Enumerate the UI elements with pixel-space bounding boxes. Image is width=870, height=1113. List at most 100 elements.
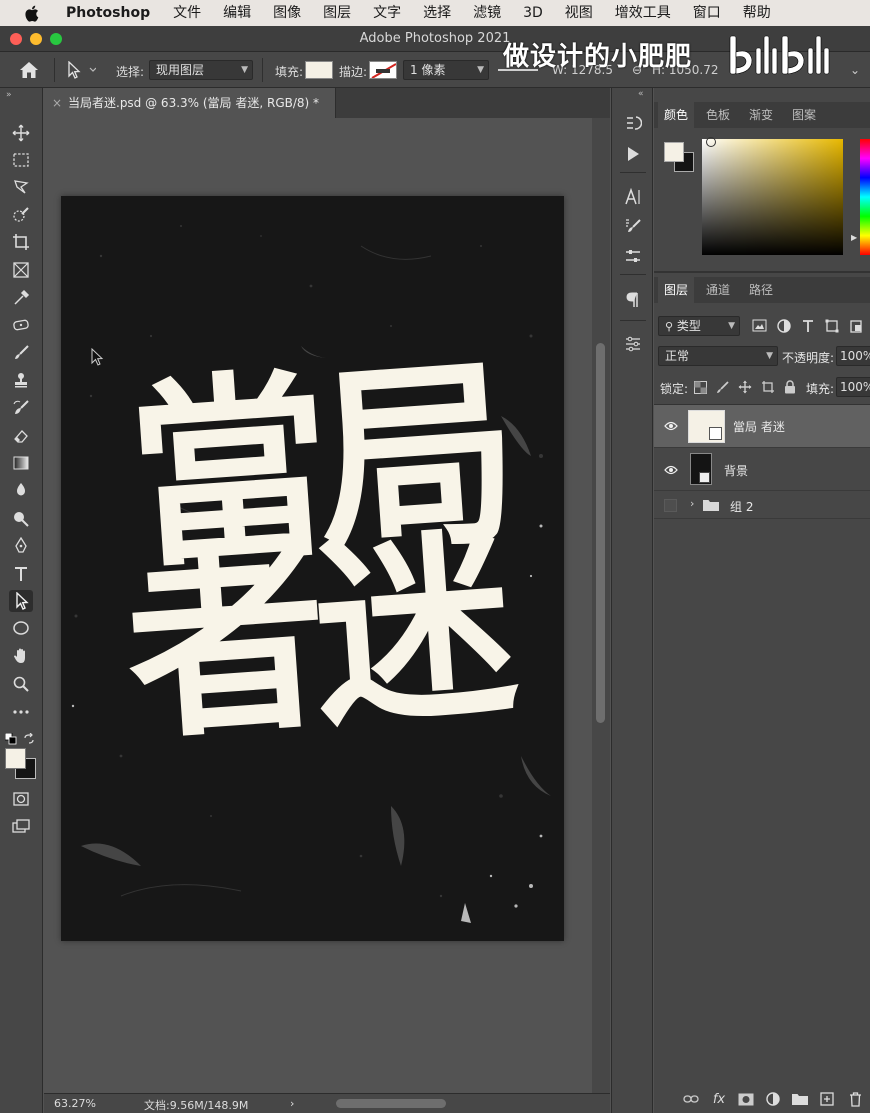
apple-icon[interactable]	[20, 0, 44, 26]
layer-name[interactable]: 组 2	[730, 498, 753, 515]
history-brush-tool-icon[interactable]	[9, 397, 33, 419]
menu-help[interactable]: 帮助	[732, 0, 782, 26]
menu-image[interactable]: 图像	[262, 0, 312, 26]
hue-slider-handle[interactable]: ▶	[851, 233, 857, 242]
menu-filter[interactable]: 滤镜	[462, 0, 512, 26]
new-group-folder-icon[interactable]	[791, 1091, 809, 1107]
more-tools-icon[interactable]	[9, 701, 33, 723]
hue-slider[interactable]	[860, 139, 870, 255]
quick-mask-icon[interactable]	[9, 788, 33, 810]
path-select-arrow-icon[interactable]	[66, 60, 97, 82]
menu-edit[interactable]: 编辑	[212, 0, 262, 26]
pixel-filter-icon[interactable]	[752, 319, 767, 332]
layer-filter-dropdown[interactable]: ⚲ 类型 ▼	[658, 316, 740, 336]
ellipse-tool-icon[interactable]	[9, 617, 33, 639]
collapse-panel-icon[interactable]: »	[6, 90, 12, 100]
pen-tool-icon[interactable]	[9, 535, 33, 557]
blur-tool-icon[interactable]	[9, 479, 33, 501]
default-colors-icon[interactable]	[4, 730, 17, 749]
paragraph-panel-icon[interactable]	[621, 289, 645, 311]
shape-filter-icon[interactable]	[825, 319, 839, 333]
layer-row-background[interactable]: 背景	[654, 449, 870, 491]
menu-app-name[interactable]: Photoshop	[60, 0, 162, 26]
menu-3d[interactable]: 3D	[512, 0, 554, 26]
add-mask-icon[interactable]	[737, 1091, 755, 1107]
opacity-field[interactable]: 100%	[836, 346, 870, 366]
panel-foreground-swatch[interactable]	[664, 142, 684, 162]
tab-paths[interactable]: 路径	[749, 277, 773, 303]
document-tab[interactable]: × 当局者迷.psd @ 63.3% (當局 者迷, RGB/8) *	[44, 88, 336, 118]
tab-layers[interactable]: 图层	[658, 277, 695, 303]
tool-presets-icon[interactable]	[621, 245, 645, 267]
menu-plugins[interactable]: 增效工具	[604, 0, 682, 26]
horizontal-scrollbar-thumb[interactable]	[336, 1099, 446, 1108]
chevron-right-icon[interactable]: ›	[690, 497, 694, 510]
lock-pixels-icon[interactable]	[716, 380, 729, 394]
fill-color-swatch[interactable]	[305, 61, 333, 79]
menu-file[interactable]: 文件	[162, 0, 212, 26]
type-filter-icon[interactable]	[801, 319, 815, 333]
menu-layer[interactable]: 图层	[312, 0, 362, 26]
zoom-level[interactable]: 63.27%	[54, 1097, 96, 1110]
eraser-tool-icon[interactable]	[9, 425, 33, 447]
stamp-tool-icon[interactable]	[9, 369, 33, 391]
menu-window[interactable]: 窗口	[682, 0, 732, 26]
eyedropper-tool-icon[interactable]	[9, 287, 33, 309]
tab-channels[interactable]: 通道	[706, 277, 730, 303]
eye-visibility-icon[interactable]	[664, 420, 678, 432]
document-info[interactable]: 文档:9.56M/148.9M	[144, 1097, 248, 1113]
quick-select-tool-icon[interactable]	[9, 204, 33, 226]
layer-effects-fx-icon[interactable]: fx	[710, 1091, 728, 1107]
dodge-tool-icon[interactable]	[9, 507, 33, 529]
brush-tool-icon[interactable]	[9, 342, 33, 364]
smart-object-filter-icon[interactable]	[849, 319, 863, 333]
blend-mode-dropdown[interactable]: 正常 ▼	[658, 346, 778, 366]
home-icon[interactable]	[19, 61, 39, 82]
history-panel-icon[interactable]	[621, 112, 645, 134]
character-panel-icon[interactable]	[621, 186, 645, 208]
lock-all-icon[interactable]	[784, 380, 796, 394]
fill-opacity-field[interactable]: 100%	[836, 377, 870, 397]
chevron-right-icon[interactable]: ›	[290, 1097, 294, 1110]
healing-brush-tool-icon[interactable]	[9, 314, 33, 336]
stroke-none-swatch[interactable]	[369, 61, 397, 79]
marquee-tool-icon[interactable]	[9, 149, 33, 171]
zoom-tool-icon[interactable]	[9, 673, 33, 695]
menu-view[interactable]: 视图	[554, 0, 604, 26]
chevron-down-icon[interactable]: ⌄	[850, 63, 860, 77]
layer-row-group[interactable]: › 组 2	[654, 492, 870, 519]
frame-tool-icon[interactable]	[9, 259, 33, 281]
brush-settings-icon[interactable]	[621, 215, 645, 237]
vertical-scrollbar[interactable]	[592, 118, 610, 1093]
close-tab-icon[interactable]: ×	[52, 88, 62, 118]
lock-position-icon[interactable]	[738, 380, 752, 394]
new-layer-icon[interactable]	[818, 1091, 836, 1107]
color-picker-field[interactable]	[702, 137, 843, 255]
actions-play-icon[interactable]	[621, 143, 645, 165]
lasso-tool-icon[interactable]	[9, 176, 33, 198]
stroke-size-field[interactable]: 1 像素 ▼	[403, 60, 489, 80]
tab-gradients[interactable]: 渐变	[749, 102, 773, 128]
menu-select[interactable]: 选择	[412, 0, 462, 26]
direct-select-tool-icon[interactable]	[9, 590, 33, 612]
properties-panel-icon[interactable]	[621, 333, 645, 355]
layer-name[interactable]: 當局 者迷	[733, 418, 785, 435]
scrollbar-thumb[interactable]	[596, 343, 605, 723]
adjustment-layer-icon[interactable]	[764, 1091, 782, 1107]
gradient-tool-icon[interactable]	[9, 452, 33, 474]
document-canvas[interactable]: 當局 者迷	[61, 196, 564, 941]
lock-transparent-icon[interactable]	[694, 380, 707, 394]
tab-swatches[interactable]: 色板	[706, 102, 730, 128]
visibility-toggle-empty[interactable]	[664, 499, 677, 512]
type-tool-icon[interactable]	[9, 563, 33, 585]
layer-row-text[interactable]: 當局 者迷	[654, 405, 870, 448]
menu-type[interactable]: 文字	[362, 0, 412, 26]
delete-layer-trash-icon[interactable]	[846, 1091, 864, 1107]
swap-colors-icon[interactable]	[23, 730, 35, 749]
adjustment-filter-icon[interactable]	[777, 319, 791, 333]
move-tool-icon[interactable]	[9, 122, 33, 144]
screen-mode-icon[interactable]	[9, 815, 33, 837]
tab-patterns[interactable]: 图案	[792, 102, 816, 128]
lock-artboard-icon[interactable]	[761, 380, 775, 394]
eye-visibility-icon[interactable]	[664, 464, 678, 476]
